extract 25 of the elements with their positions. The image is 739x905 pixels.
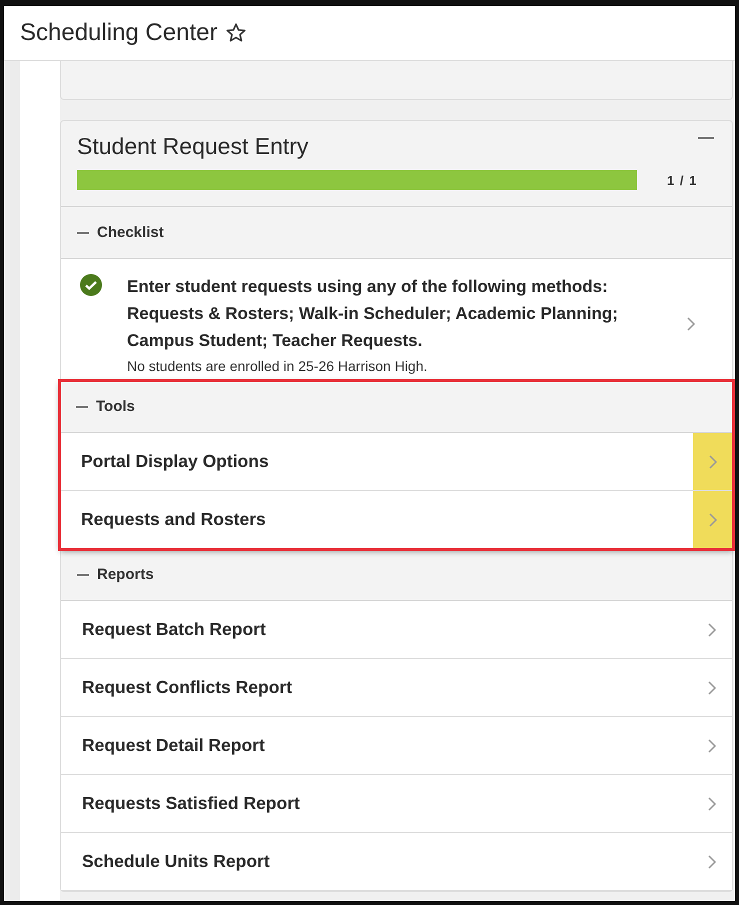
checklist-note: No students are enrolled in 25-26 Harrison High. <box>127 358 428 374</box>
list-item[interactable]: Request Conflicts Report <box>61 659 732 717</box>
chevron-icon <box>708 454 718 470</box>
list-item[interactable]: Requests Satisfied Report <box>61 775 732 833</box>
section-heading: Reports <box>97 566 154 583</box>
window-title: Scheduling Center <box>20 19 218 47</box>
chevron-icon <box>707 738 717 754</box>
chevron-icon <box>708 512 718 528</box>
chevron-icon <box>707 796 717 812</box>
chevron-icon <box>686 316 696 332</box>
list-item[interactable]: Portal Display Options <box>60 433 733 491</box>
star-icon[interactable] <box>225 22 248 44</box>
panel-title: Student Request Entry <box>77 133 308 160</box>
list-item[interactable]: Request Detail Report <box>61 717 732 775</box>
progress-count: 1 / 1 <box>667 172 698 188</box>
chevron-icon <box>707 622 717 638</box>
section-heading: Tools <box>96 398 135 415</box>
checklist-text: Enter student requests using any of the following methods: Requests & Rosters; Walk-in Scheduler; Academic Planning; Campus Student; Teacher Requests. <box>127 276 619 352</box>
chevron-icon <box>707 854 717 870</box>
list-item[interactable]: Schedule Units Report <box>61 833 732 891</box>
checklist-item[interactable]: Enter student requests using any of the following methods: Requests & Rosters; Walk-in Scheduler; Academic Planning; Campus Student; Teacher Requests. No students are enrolled in 25-26 Harrison High. <box>61 259 732 381</box>
chevron-icon <box>707 680 717 696</box>
list-item[interactable]: Request Batch Report <box>61 601 732 659</box>
section-heading: Checklist <box>97 224 164 241</box>
list-item[interactable]: Requests and Rosters <box>60 491 733 549</box>
